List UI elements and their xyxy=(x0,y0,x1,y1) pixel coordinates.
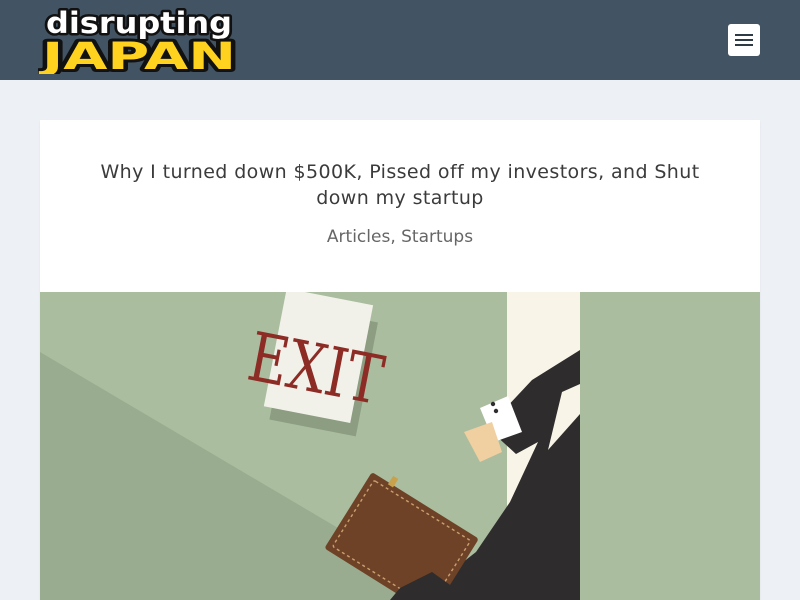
site-logo[interactable]: disrupting JAPAN xyxy=(38,6,240,74)
menu-button[interactable] xyxy=(728,24,760,56)
article-categories: Articles, Startups xyxy=(40,226,760,248)
category-link-startups[interactable]: Startups xyxy=(401,227,473,247)
exit-illustration: EXIT xyxy=(40,292,760,600)
logo-line2: JAPAN xyxy=(38,35,236,74)
category-link-articles[interactable]: Articles xyxy=(327,227,390,247)
article-title[interactable]: Why I turned down $500K, Pissed off my i… xyxy=(80,159,720,211)
article-card: Why I turned down $500K, Pissed off my i… xyxy=(40,120,760,600)
featured-image[interactable]: EXIT xyxy=(40,292,760,600)
category-separator: , xyxy=(390,227,402,247)
site-header: disrupting JAPAN xyxy=(0,0,800,80)
logo-graphic: disrupting JAPAN xyxy=(38,6,239,74)
